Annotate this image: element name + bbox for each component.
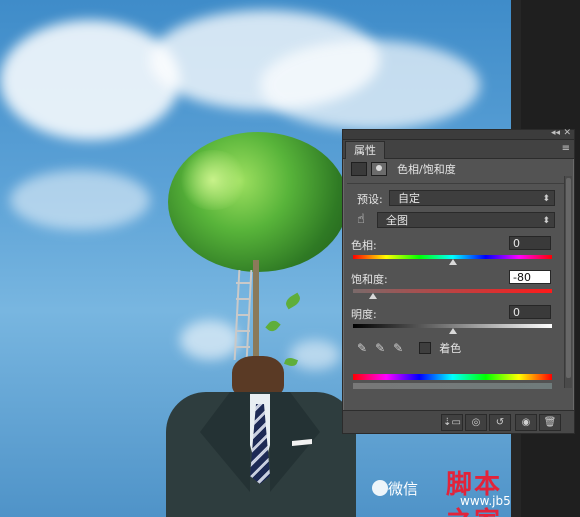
cloud [0,20,180,140]
chevron-updown-icon: ⬍ [542,216,550,226]
trash-icon[interactable]: 🗑 [539,414,561,431]
preset-value: 自定 [398,192,420,205]
saturation-input[interactable]: -80 [509,270,551,284]
output-color-spectrum [353,383,552,389]
lightness-input[interactable]: 0 [509,305,551,319]
adjustment-title: 色相/饱和度 [397,163,456,176]
scrollbar-thumb[interactable] [566,178,571,378]
input-color-spectrum [353,374,552,380]
properties-panel[interactable]: ◂◂ ✕ 属性 ≡ 色相/饱和度 预设: 自定 ⬍ ☝ 全图 ⬍ 色相: 0 饱… [342,128,575,434]
ladder-rung [236,346,250,348]
panel-scrollbar[interactable] [564,176,572,388]
cloud [290,340,340,370]
falling-leaf [265,318,281,334]
eyedropper-icon[interactable]: ✎ [357,341,367,355]
cloud [180,320,240,360]
close-icon[interactable]: ✕ [563,128,571,138]
wechat-watermark: 微信 [388,480,419,498]
panel-bottom-bar: ⇣▭ ◎ ↺ ◉ 🗑 [343,410,574,433]
view-previous-icon[interactable]: ◎ [465,414,487,431]
panel-menu-icon[interactable]: ≡ [562,143,570,154]
tree-trunk [253,260,259,370]
eyedropper-plus-icon[interactable]: ✎ [375,341,385,355]
saturation-slider-track[interactable] [353,289,552,293]
colorize-label: 着色 [439,342,462,355]
collapse-icon[interactable]: ◂◂ [551,128,560,138]
panel-titlebar[interactable]: ◂◂ ✕ [343,128,574,140]
clip-to-layer-icon[interactable]: ⇣▭ [441,414,463,431]
range-value: 全图 [386,214,408,227]
preset-select[interactable]: 自定 ⬍ [389,190,555,206]
tree-canopy-highlight [178,150,248,210]
tab-properties[interactable]: 属性 [345,141,385,159]
cloud [10,170,150,230]
divider [347,183,570,184]
ladder-rung [236,298,250,300]
preset-label: 预设: [357,193,383,206]
saturation-slider-thumb[interactable] [368,293,377,299]
adjustment-header: 色相/饱和度 [351,160,456,178]
hue-label: 色相: [351,239,377,252]
visibility-eye-icon[interactable]: ◉ [515,414,537,431]
layer-mask-icon[interactable] [371,162,387,176]
falling-leaf [283,292,303,310]
wechat-icon [372,480,388,496]
site-watermark: 脚本之家 [446,470,503,517]
hue-slider-thumb[interactable] [448,259,457,265]
ladder-rung [236,314,250,316]
range-select[interactable]: 全图 ⬍ [377,212,555,228]
cloud [260,40,480,130]
eyedropper-minus-icon[interactable]: ✎ [393,341,403,355]
lightness-slider-thumb[interactable] [448,328,457,334]
reset-icon[interactable]: ↺ [489,414,511,431]
chevron-updown-icon: ⬍ [542,194,550,204]
adjustment-layer-icon [351,162,367,176]
eyedropper-tools: ✎ ✎ ✎ 着色 [357,340,461,356]
ladder-rung [236,330,250,332]
lightness-label: 明度: [351,308,377,321]
hand-tool-icon[interactable]: ☝ [357,212,365,227]
hue-input[interactable]: 0 [509,236,551,250]
panel-tabbar: 属性 ≡ [343,140,574,159]
saturation-label: 饱和度: [351,273,388,286]
ladder-rung [236,282,250,284]
colorize-checkbox[interactable] [419,342,432,354]
